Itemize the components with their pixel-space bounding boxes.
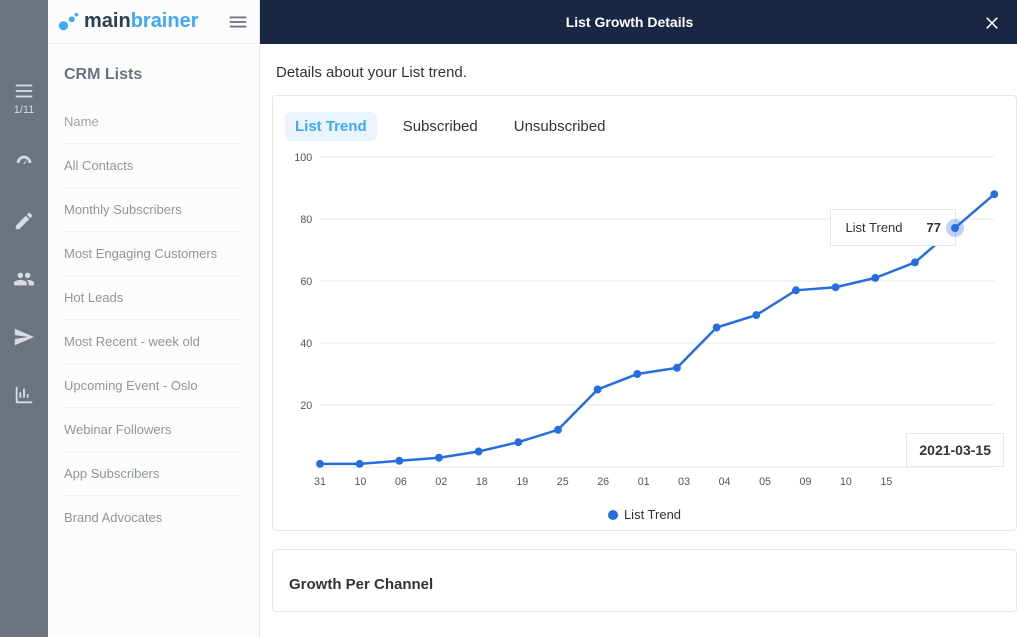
close-icon[interactable] bbox=[983, 13, 1001, 31]
column-header-name: Name bbox=[64, 114, 243, 129]
tab-list-trend[interactable]: List Trend bbox=[285, 112, 377, 141]
pencil-icon[interactable] bbox=[13, 210, 35, 232]
svg-text:25: 25 bbox=[557, 476, 569, 488]
left-panel: mainbrainer CRM Lists Name All ContactsM… bbox=[48, 0, 260, 637]
svg-text:20: 20 bbox=[300, 400, 312, 412]
svg-text:15: 15 bbox=[880, 476, 892, 488]
svg-text:03: 03 bbox=[678, 476, 690, 488]
modal-title: List Growth Details bbox=[276, 14, 983, 30]
modal-content: Details about your List trend. List Tren… bbox=[260, 44, 1017, 630]
svg-text:31: 31 bbox=[314, 476, 326, 488]
chart-date-flag: 2021-03-15 bbox=[906, 433, 1004, 467]
rail-step-indicator: 1/11 bbox=[13, 80, 35, 116]
list-item[interactable]: Upcoming Event - Oslo bbox=[64, 363, 243, 407]
list-item[interactable]: Hot Leads bbox=[64, 275, 243, 319]
tooltip-value: 77 bbox=[927, 220, 941, 235]
svg-text:100: 100 bbox=[294, 152, 312, 164]
step-count: 1/11 bbox=[14, 104, 35, 116]
svg-text:26: 26 bbox=[597, 476, 609, 488]
tooltip-label: List Trend bbox=[845, 220, 902, 235]
svg-text:04: 04 bbox=[719, 476, 731, 488]
growth-channel-title: Growth Per Channel bbox=[285, 566, 1004, 603]
crm-list-items: All ContactsMonthly SubscribersMost Enga… bbox=[64, 143, 243, 539]
chart-icon[interactable] bbox=[13, 384, 35, 406]
list-item[interactable]: Most Recent - week old bbox=[64, 319, 243, 363]
chart-legend: List Trend bbox=[285, 507, 1004, 522]
svg-text:01: 01 bbox=[638, 476, 650, 488]
svg-text:10: 10 bbox=[840, 476, 852, 488]
chart-highlight-point bbox=[946, 219, 964, 237]
svg-text:60: 60 bbox=[300, 276, 312, 288]
dashboard-icon[interactable] bbox=[13, 152, 35, 174]
list-item[interactable]: Webinar Followers bbox=[64, 407, 243, 451]
legend-label: List Trend bbox=[624, 507, 681, 522]
svg-text:18: 18 bbox=[476, 476, 488, 488]
svg-text:19: 19 bbox=[516, 476, 528, 488]
panel-title: CRM Lists bbox=[64, 66, 243, 84]
users-icon[interactable] bbox=[13, 268, 35, 290]
svg-text:06: 06 bbox=[395, 476, 407, 488]
crm-lists-panel: CRM Lists Name All ContactsMonthly Subsc… bbox=[48, 44, 259, 561]
legend-dot-icon bbox=[608, 510, 618, 520]
svg-text:40: 40 bbox=[300, 338, 312, 350]
chart-area: 20 40 60 80 100 31 10 06 02 18 19 25 26 01 03 04 05 09 10 1… bbox=[285, 147, 1004, 507]
tab-subscribed[interactable]: Subscribed bbox=[393, 112, 488, 141]
dots-logo-icon bbox=[58, 11, 80, 33]
list-item[interactable]: Brand Advocates bbox=[64, 495, 243, 539]
list-item[interactable]: Most Engaging Customers bbox=[64, 231, 243, 275]
svg-text:10: 10 bbox=[355, 476, 367, 488]
svg-text:09: 09 bbox=[800, 476, 812, 488]
list-icon[interactable] bbox=[13, 80, 35, 102]
list-item[interactable]: App Subscribers bbox=[64, 451, 243, 495]
list-item[interactable]: Monthly Subscribers bbox=[64, 187, 243, 231]
svg-text:02: 02 bbox=[435, 476, 447, 488]
line-chart: 20 40 60 80 100 31 10 06 02 18 19 25 26 01 03 04 05 09 10 1… bbox=[285, 147, 1004, 507]
brand-bar: mainbrainer bbox=[48, 0, 259, 44]
list-item[interactable]: All Contacts bbox=[64, 143, 243, 187]
main-panel: List Growth Details Details about your L… bbox=[260, 0, 1017, 637]
svg-text:80: 80 bbox=[300, 214, 312, 226]
menu-toggle-icon[interactable] bbox=[227, 11, 249, 33]
section-subtitle: Details about your List trend. bbox=[276, 64, 1017, 81]
chart-tooltip: List Trend 77 bbox=[830, 209, 956, 246]
brand-text: mainbrainer bbox=[84, 10, 199, 33]
chart-card: List Trend Subscribed Unsubscribed 20 40 6… bbox=[272, 95, 1017, 531]
growth-channel-card: Growth Per Channel bbox=[272, 549, 1017, 612]
send-icon[interactable] bbox=[13, 326, 35, 348]
brand-logo[interactable]: mainbrainer bbox=[58, 10, 199, 33]
nav-rail: 1/11 bbox=[0, 0, 48, 637]
svg-text:05: 05 bbox=[759, 476, 771, 488]
chart-tabs: List Trend Subscribed Unsubscribed bbox=[285, 112, 1004, 141]
tab-unsubscribed[interactable]: Unsubscribed bbox=[504, 112, 616, 141]
modal-header: List Growth Details bbox=[260, 0, 1017, 44]
